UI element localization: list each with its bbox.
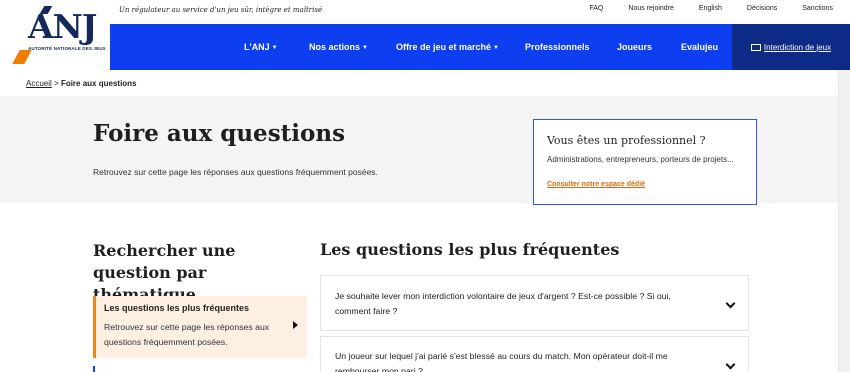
sidebar-next-item-edge [93, 366, 95, 372]
breadcrumb-separator: > [54, 79, 59, 88]
sidebar-item-frequent-questions[interactable]: Les questions les plus fréquentes Retrou… [93, 296, 307, 358]
top-utility-links: FAQ Nous rejoindre English Décisions San… [564, 5, 833, 12]
chevron-down-icon[interactable] [725, 359, 736, 370]
arrow-right-icon [293, 321, 298, 329]
nav-item-interdiction[interactable]: Interdiction de jeux [732, 24, 850, 70]
professional-card-text: Administrations, entrepreneurs, porteurs… [547, 155, 734, 164]
chevron-down-icon[interactable] [725, 298, 736, 309]
breadcrumb: Accueil > Foire aux questions [26, 79, 137, 88]
nav-item-evalujeu[interactable]: Evalujeu [681, 42, 718, 52]
anj-logo[interactable]: ANJ AUTORITÉ NATIONALE DES JEUX [12, 6, 106, 64]
id-card-icon [750, 43, 761, 51]
nav-item-label: Offre de jeu et marché [396, 42, 492, 52]
breadcrumb-home-link[interactable]: Accueil [26, 79, 52, 88]
page-description: Retrouvez sur cette page les réponses au… [93, 167, 378, 177]
nav-item-label: Joueurs [617, 42, 653, 52]
faq-accordion-item[interactable]: Un joueur sur lequel j'ai parié s'est bl… [320, 336, 749, 372]
professional-space-link[interactable]: Consulter notre espace dédié [547, 181, 645, 188]
logo-subtitle: AUTORITÉ NATIONALE DES JEUX [28, 46, 106, 51]
nav-special-label: Interdiction de jeux [763, 42, 832, 52]
nav-item-actions[interactable]: Nos actions ▼ [309, 42, 368, 52]
page-title: Foire aux questions [93, 120, 346, 147]
page-scrollbar[interactable] [838, 70, 850, 372]
logo-orange-bar [12, 50, 32, 64]
top-link-join[interactable]: Nous rejoindre [628, 5, 674, 12]
nav-item-offre[interactable]: Offre de jeu et marché ▼ [396, 42, 499, 52]
chevron-down-icon: ▼ [493, 45, 499, 51]
sidebar-item-description: Retrouvez sur cette page les réponses au… [104, 322, 270, 347]
nav-item-joueurs[interactable]: Joueurs [617, 42, 652, 52]
logo-wordmark: ANJ [28, 7, 97, 46]
nav-item-label: L'ANJ [244, 42, 270, 52]
professional-card: Vous êtes un professionnel ? Administrat… [533, 119, 757, 205]
nav-item-label: Nos actions [309, 42, 361, 52]
main-navbar: L'ANJ ▼ Nos actions ▼ Offre de jeu et marc… [110, 24, 850, 70]
faq-question: Je souhaite lever mon interdiction volon… [335, 291, 671, 316]
faq-accordion-item[interactable]: Je souhaite lever mon interdiction volon… [320, 275, 749, 331]
breadcrumb-current: Foire aux questions [60, 79, 137, 88]
nav-item-anj[interactable]: L'ANJ ▼ [244, 42, 278, 52]
sidebar-item-title: Les questions les plus fréquentes [104, 303, 250, 313]
faq-section-title: Les questions les plus fréquentes [320, 240, 620, 259]
site-tagline: Un régulateur au service d'un jeu sûr, i… [119, 6, 323, 14]
professional-card-title: Vous êtes un professionnel ? [547, 134, 706, 147]
nav-item-label: Professionnels [525, 42, 590, 52]
chevron-down-icon: ▼ [271, 45, 278, 51]
top-link-english[interactable]: English [699, 5, 722, 12]
chevron-down-icon: ▼ [362, 45, 368, 51]
top-link-decisions[interactable]: Décisions [747, 5, 777, 12]
nav-item-professionnels[interactable]: Professionnels [525, 42, 590, 52]
top-link-sanctions[interactable]: Sanctions [802, 5, 833, 12]
nav-item-label: Evalujeu [681, 42, 719, 52]
top-link-faq[interactable]: FAQ [589, 5, 603, 12]
faq-question: Un joueur sur lequel j'ai parié s'est bl… [335, 351, 668, 372]
